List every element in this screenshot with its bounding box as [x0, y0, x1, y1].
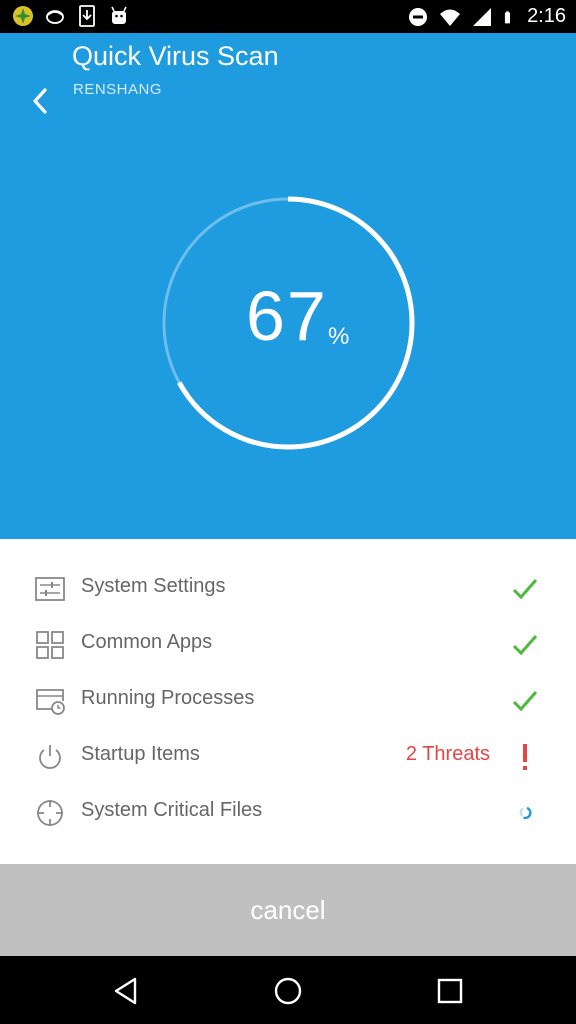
settings-sliders-icon [35, 577, 65, 601]
check-icon [512, 579, 538, 600]
crosshair-icon [37, 800, 63, 826]
progress-unit: % [328, 323, 350, 350]
scan-item-label: System Critical Files [81, 799, 263, 821]
back-triangle-icon[interactable] [111, 976, 141, 1006]
page-title: Quick Virus Scan [72, 41, 279, 71]
back-arrow-icon [33, 88, 47, 114]
scan-item-label: Common Apps [81, 631, 213, 653]
wifi-icon [440, 9, 461, 26]
check-icon [512, 691, 538, 712]
pie-icon [46, 10, 64, 24]
scan-item-common-apps: Common Apps [0, 617, 576, 673]
threat-count[interactable]: 2 Threats [406, 743, 490, 766]
signal-icon [473, 7, 492, 26]
scan-item-system-settings: System Settings [0, 561, 576, 617]
cancel-label: cancel [250, 894, 326, 925]
cancel-button[interactable]: cancel [0, 864, 576, 956]
status-time: 2:16 [527, 5, 566, 27]
progress-ring: 67 % [160, 195, 416, 451]
battery-icon [504, 10, 511, 23]
do-not-disturb-icon [409, 7, 428, 26]
recents-square-icon[interactable] [435, 976, 465, 1006]
scan-item-list: System Settings Common Apps Running Proc… [0, 539, 576, 864]
app-badge-icon [13, 6, 33, 26]
page-subtitle: RENSHANG [73, 81, 163, 98]
scan-item-running-processes: Running Processes [0, 673, 576, 729]
apps-grid-icon [36, 631, 64, 659]
scan-item-label: Running Processes [81, 687, 255, 709]
home-circle-icon[interactable] [273, 976, 303, 1006]
progress-percent: 67 [246, 277, 328, 355]
android-icon [111, 6, 127, 24]
check-icon [512, 635, 538, 656]
status-bar: 2:16 [0, 0, 576, 33]
alert-exclamation-icon [523, 744, 527, 770]
process-clock-icon [36, 689, 65, 715]
scan-item-label: Startup Items [81, 743, 200, 765]
scan-item-startup-items: Startup Items 2 Threats [0, 729, 576, 785]
power-icon [39, 745, 61, 769]
loading-spinner-icon [519, 806, 532, 820]
scan-header: Quick Virus Scan RENSHANG 67 % [0, 33, 576, 539]
system-nav-bar [0, 956, 576, 1024]
scan-item-system-critical-files: System Critical Files [0, 785, 576, 841]
back-button[interactable] [22, 83, 58, 119]
scan-item-label: System Settings [81, 575, 226, 597]
download-icon [79, 5, 95, 27]
